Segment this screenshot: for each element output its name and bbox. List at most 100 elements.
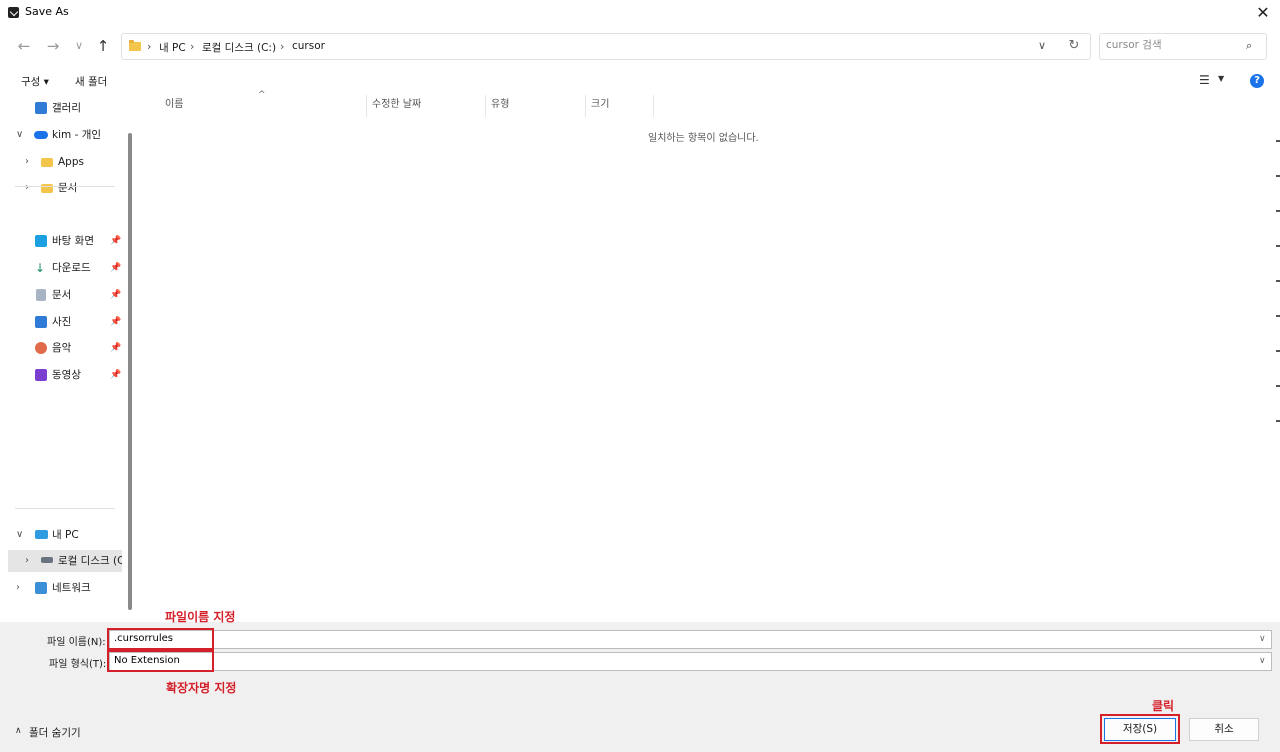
sidebar-item-documents[interactable]: 문서 📌 [0,284,124,306]
pin-icon: 📌 [110,236,122,246]
chevron-right-icon[interactable]: › [25,177,29,199]
file-list[interactable]: 이름 ^ 수정한 날짜 유형 크기 일치하는 항목이 없습니다. [134,90,1280,622]
sidebar-item-gallery[interactable]: 갤러리 [0,97,124,119]
column-header-type[interactable]: 유형 [491,95,509,115]
filename-field[interactable]: ∨ [109,630,1272,649]
title-bar: Save As ✕ [0,0,1280,25]
video-icon [35,369,47,381]
sidebar-scrollbar-thumb[interactable] [128,133,132,610]
sidebar-item-apps[interactable]: › Apps [0,151,124,173]
view-dropdown-icon[interactable]: ▼ [1218,74,1224,83]
address-bar[interactable]: › 내 PC › 로컬 디스크 (C:) › cursor ∨ ↻ [121,33,1091,60]
column-header-size[interactable]: 크기 [591,95,609,115]
cloud-icon [34,131,48,139]
annotation-box-filetype [107,650,214,672]
sidebar-item-label: 사진 [52,316,72,328]
column-header-date-modified[interactable]: 수정한 날짜 [372,95,421,115]
sidebar-item-label: 다운로드 [52,262,91,274]
pin-icon: 📌 [110,343,122,353]
save-button[interactable]: 저장(S) [1104,718,1176,741]
breadcrumb-local-disk[interactable]: 로컬 디스크 (C:) [202,40,276,55]
pin-icon: 📌 [110,263,122,273]
sidebar-item-label: 네트워크 [52,582,91,594]
annotation-filename: 파일이름 지정 [165,610,236,624]
chevron-right-icon[interactable]: › [16,577,20,599]
new-folder-button[interactable]: 새 폴더 [75,74,107,89]
drive-icon [41,557,53,563]
command-bar: 구성 ▾ 새 폴더 ☰ ▼ [0,69,1280,94]
sidebar-item-onedrive[interactable]: ∨ kim - 개인 [0,124,124,146]
computer-icon [35,530,48,539]
annotation-extension: 확장자명 지정 [166,681,237,695]
view-list-icon[interactable]: ☰ [1199,73,1210,87]
column-separator[interactable] [366,95,367,117]
recent-dropdown-icon[interactable]: ∨ [69,36,89,56]
pin-icon: 📌 [110,290,122,300]
empty-state-message: 일치하는 항목이 없습니다. [648,133,759,144]
window-title: Save As [25,5,69,18]
chevron-up-icon[interactable]: ∧ [15,726,22,736]
column-separator[interactable] [485,95,486,117]
filetype-label: 파일 형식(T): [49,659,107,670]
sidebar-item-label: 음악 [52,342,72,354]
music-icon [35,342,47,354]
sidebar-item-local-disk[interactable]: › 로컬 디스크 (C [8,550,122,572]
breadcrumb-cursor[interactable]: cursor [292,40,325,52]
sidebar-item-label: kim - 개인 [52,129,102,141]
cancel-button[interactable]: 취소 [1189,718,1259,741]
sidebar-item-label: 문서 [58,182,78,194]
sidebar-item-downloads[interactable]: ↓ 다운로드 📌 [0,257,124,279]
sidebar-item-this-pc[interactable]: ∨ 내 PC [0,524,124,546]
chevron-down-icon[interactable]: ∨ [16,124,23,146]
chevron-down-icon[interactable]: ∨ [1035,39,1049,52]
divider [15,186,115,187]
column-separator[interactable] [585,95,586,117]
help-icon[interactable]: ? [1250,74,1264,88]
search-icon[interactable]: ⌕ [1246,39,1252,53]
sidebar-item-label: Apps [58,156,84,168]
sidebar-item-music[interactable]: 음악 📌 [0,337,124,359]
dialog-footer [0,700,1280,752]
annotation-box-filename [107,628,214,650]
chevron-down-icon[interactable]: ∨ [16,524,23,546]
gallery-icon [35,102,47,114]
breadcrumb-this-pc[interactable]: 내 PC [159,40,186,55]
sort-ascending-icon: ^ [258,90,266,100]
hide-folders-button[interactable]: 폴더 숨기기 [29,725,81,740]
filetype-select[interactable]: ∨ [109,652,1272,671]
desktop-icon [35,235,47,247]
app-icon [8,7,19,18]
chevron-down-icon[interactable]: ∨ [1259,656,1266,666]
sidebar-item-documents-sub[interactable]: › 문서 [0,177,124,199]
back-arrow-icon[interactable]: ← [14,36,34,56]
download-icon: ↓ [35,261,46,275]
sidebar-item-desktop[interactable]: 바탕 화면 📌 [0,230,124,252]
chevron-down-icon[interactable]: ∨ [1259,634,1266,644]
breadcrumb-separator: › [280,40,285,53]
filename-label: 파일 이름(N): [47,637,106,648]
chevron-right-icon[interactable]: › [25,151,29,173]
folder-icon [41,158,53,167]
sidebar-item-label: 동영상 [52,369,81,381]
breadcrumb-separator: › [190,40,195,53]
sidebar-item-videos[interactable]: 동영상 📌 [0,364,124,386]
column-separator[interactable] [653,95,654,117]
up-arrow-icon[interactable]: ↑ [93,36,113,56]
folder-icon [129,40,141,51]
close-icon[interactable]: ✕ [1254,4,1272,22]
search-input[interactable] [1106,39,1242,51]
search-box[interactable]: ⌕ [1099,33,1267,60]
forward-arrow-icon[interactable]: → [43,36,63,56]
column-header-name[interactable]: 이름 [165,95,183,115]
sidebar-item-pictures[interactable]: 사진 📌 [0,311,124,333]
sidebar-item-label: 갤러리 [52,102,81,114]
pictures-icon [35,316,47,328]
pin-icon: 📌 [110,370,122,380]
pin-icon: 📌 [110,317,122,327]
sidebar-item-label: 문서 [52,289,72,301]
sidebar-item-network[interactable]: › 네트워크 [0,577,124,599]
sidebar-item-label: 내 PC [52,529,79,541]
refresh-icon[interactable]: ↻ [1067,38,1081,53]
chevron-right-icon[interactable]: › [25,550,29,572]
organize-button[interactable]: 구성 ▾ [21,74,49,89]
